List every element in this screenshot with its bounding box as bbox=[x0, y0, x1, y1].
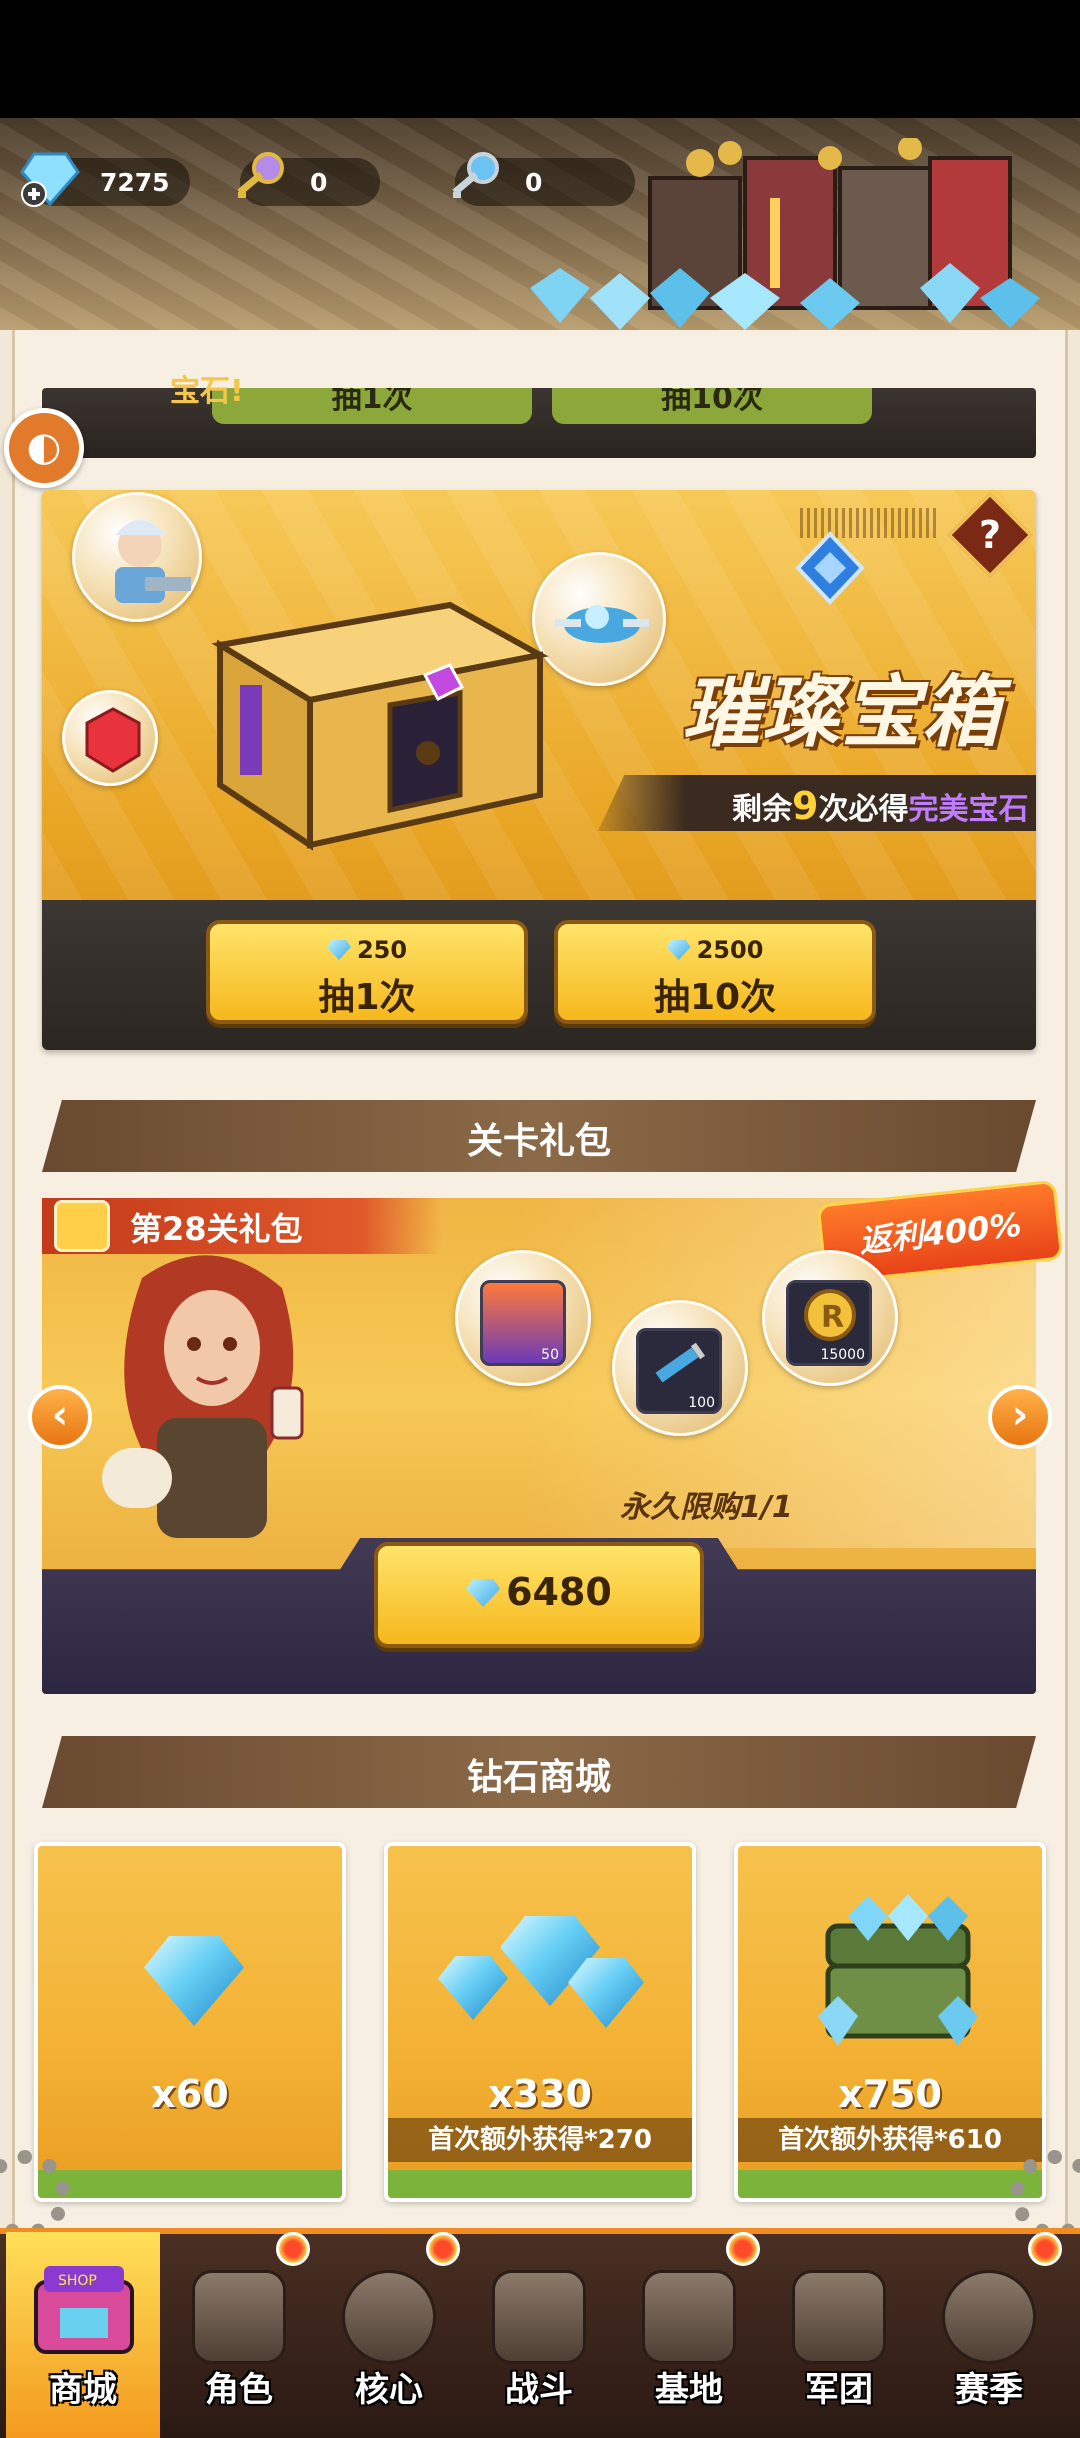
guarantee-mid: 次必得 bbox=[818, 792, 909, 827]
tower-icon bbox=[642, 2270, 736, 2364]
nav-label: 军团 bbox=[805, 2370, 873, 2410]
guarantee-prefix: 剩余 bbox=[732, 792, 792, 827]
nav-season[interactable]: 赛季 bbox=[912, 2232, 1066, 2438]
level-pack-tag-text: 第28关礼包 bbox=[130, 1210, 303, 1248]
nav-base[interactable]: 基地 bbox=[612, 2232, 766, 2438]
soldier-icon bbox=[192, 2270, 286, 2364]
diamond-amount: x750 bbox=[838, 2072, 942, 2116]
nav-label: 战斗 bbox=[505, 2370, 573, 2410]
gem-icon bbox=[326, 940, 351, 960]
diamond-chest-icon bbox=[818, 1894, 978, 2046]
guarantee-count: 9 bbox=[792, 784, 819, 828]
prev-draw-1-button[interactable]: 抽1次 bbox=[212, 388, 532, 424]
golden-chest-illustration bbox=[211, 601, 549, 851]
nav-label: 商城 bbox=[49, 2370, 117, 2410]
first-bonus-text: 首次额外获得*610 bbox=[738, 2118, 1042, 2162]
shop-badge-text: SHOP bbox=[58, 2273, 97, 2289]
next-pack-arrow-icon[interactable]: › bbox=[988, 1385, 1052, 1449]
diamond-amount: x60 bbox=[151, 2072, 229, 2116]
draw-1-label: 抽1次 bbox=[318, 977, 416, 1018]
price-bar[interactable] bbox=[388, 2170, 692, 2198]
season-icon bbox=[942, 2270, 1036, 2364]
red-gem-bubble-icon bbox=[62, 690, 158, 786]
notification-dot bbox=[1028, 2232, 1062, 2266]
diamond-shop-title: 钻石商城 bbox=[466, 1757, 611, 1798]
draw-10-label: 抽10次 bbox=[653, 977, 777, 1018]
nav-core[interactable]: 核心 bbox=[312, 2232, 466, 2438]
price-bar[interactable] bbox=[38, 2170, 342, 2198]
heroine-illustration bbox=[102, 1255, 304, 1538]
diamond-icon bbox=[144, 1936, 244, 2026]
diamond-pack-tile[interactable]: x60 bbox=[34, 1842, 346, 2202]
hero-bubble-icon bbox=[72, 492, 202, 622]
purple-key-count: 0 bbox=[310, 167, 328, 197]
gift-icon bbox=[54, 1200, 110, 1252]
nav-label: 基地 bbox=[655, 2370, 723, 2410]
nav-label: 赛季 bbox=[955, 2370, 1023, 2410]
blue-key-count: 0 bbox=[525, 167, 543, 197]
resource-banner: 7275 0 0 bbox=[0, 118, 1080, 330]
nav-character[interactable]: 角色 bbox=[162, 2232, 316, 2438]
nav-label: 角色 bbox=[205, 2370, 273, 2410]
draw-1-price: 250 bbox=[210, 936, 524, 964]
purple-key-icon bbox=[237, 152, 284, 198]
blue-key-icon bbox=[452, 152, 499, 198]
blue-crystal-icon bbox=[795, 531, 865, 605]
gem-plus-icon[interactable] bbox=[20, 148, 80, 208]
price-bar[interactable] bbox=[738, 2170, 1042, 2198]
purchase-limit-text: 永久限购1/1 bbox=[620, 1490, 793, 1525]
shop-icon: SHOP bbox=[34, 2266, 134, 2354]
item-qty: 50 bbox=[541, 1347, 559, 1363]
draw-10-price: 2500 bbox=[558, 936, 872, 964]
nav-label: 核心 bbox=[355, 2370, 423, 2410]
guarantee-item: 完美宝石 bbox=[908, 792, 1029, 827]
core-icon bbox=[342, 2270, 436, 2364]
chest-card-footer bbox=[42, 900, 1036, 1050]
gem-icon bbox=[666, 940, 691, 960]
syringe-icon[interactable]: 100 bbox=[636, 1328, 722, 1414]
notification-dot bbox=[276, 2232, 310, 2266]
diamond-icon bbox=[438, 1956, 508, 2020]
side-menu-badge-icon[interactable]: ◐ bbox=[4, 408, 84, 488]
previous-card-title: 宝石! bbox=[170, 374, 244, 409]
chest-title: 璀璨宝箱 bbox=[682, 668, 1003, 758]
nav-legion[interactable]: 军团 bbox=[762, 2232, 916, 2438]
notification-dot bbox=[726, 2232, 760, 2266]
guns-icon bbox=[492, 2270, 586, 2364]
prev-draw-10-button[interactable]: 抽10次 bbox=[552, 388, 872, 424]
gold-coin-icon[interactable]: R 15000 bbox=[786, 1280, 872, 1366]
nav-battle[interactable]: 战斗 bbox=[462, 2232, 616, 2438]
diamond-pack-tile[interactable]: x750 首次额外获得*610 bbox=[734, 1842, 1046, 2202]
diamond-amount: x330 bbox=[488, 2072, 592, 2116]
diamond-icon bbox=[568, 1958, 644, 2028]
svg-text:R: R bbox=[821, 1300, 844, 1335]
notification-dot bbox=[426, 2232, 460, 2266]
gem-count: 7275 bbox=[100, 167, 170, 197]
nav-shop[interactable]: SHOP 商城 bbox=[6, 2232, 160, 2438]
chest-guarantee-text: 剩余9次必得完美宝石 bbox=[732, 784, 1028, 828]
first-bonus-text: 首次额外获得*270 bbox=[388, 2118, 692, 2162]
gem-icon bbox=[466, 1579, 501, 1607]
prev-pack-arrow-icon[interactable]: ‹ bbox=[28, 1385, 92, 1449]
draw-1-button[interactable]: 250 抽1次 bbox=[206, 920, 528, 1024]
level-pack-price[interactable]: 6480 bbox=[374, 1570, 704, 1614]
level-pack-title: 关卡礼包 bbox=[466, 1121, 611, 1162]
diamond-pack-tile[interactable]: x330 首次额外获得*270 bbox=[384, 1842, 696, 2202]
draw-10-button[interactable]: 2500 抽10次 bbox=[554, 920, 876, 1024]
status-bar bbox=[0, 0, 1080, 118]
help-icon[interactable]: ? bbox=[960, 505, 1020, 565]
character-card-icon[interactable]: 50 bbox=[480, 1280, 566, 1366]
legion-icon bbox=[792, 2270, 886, 2364]
